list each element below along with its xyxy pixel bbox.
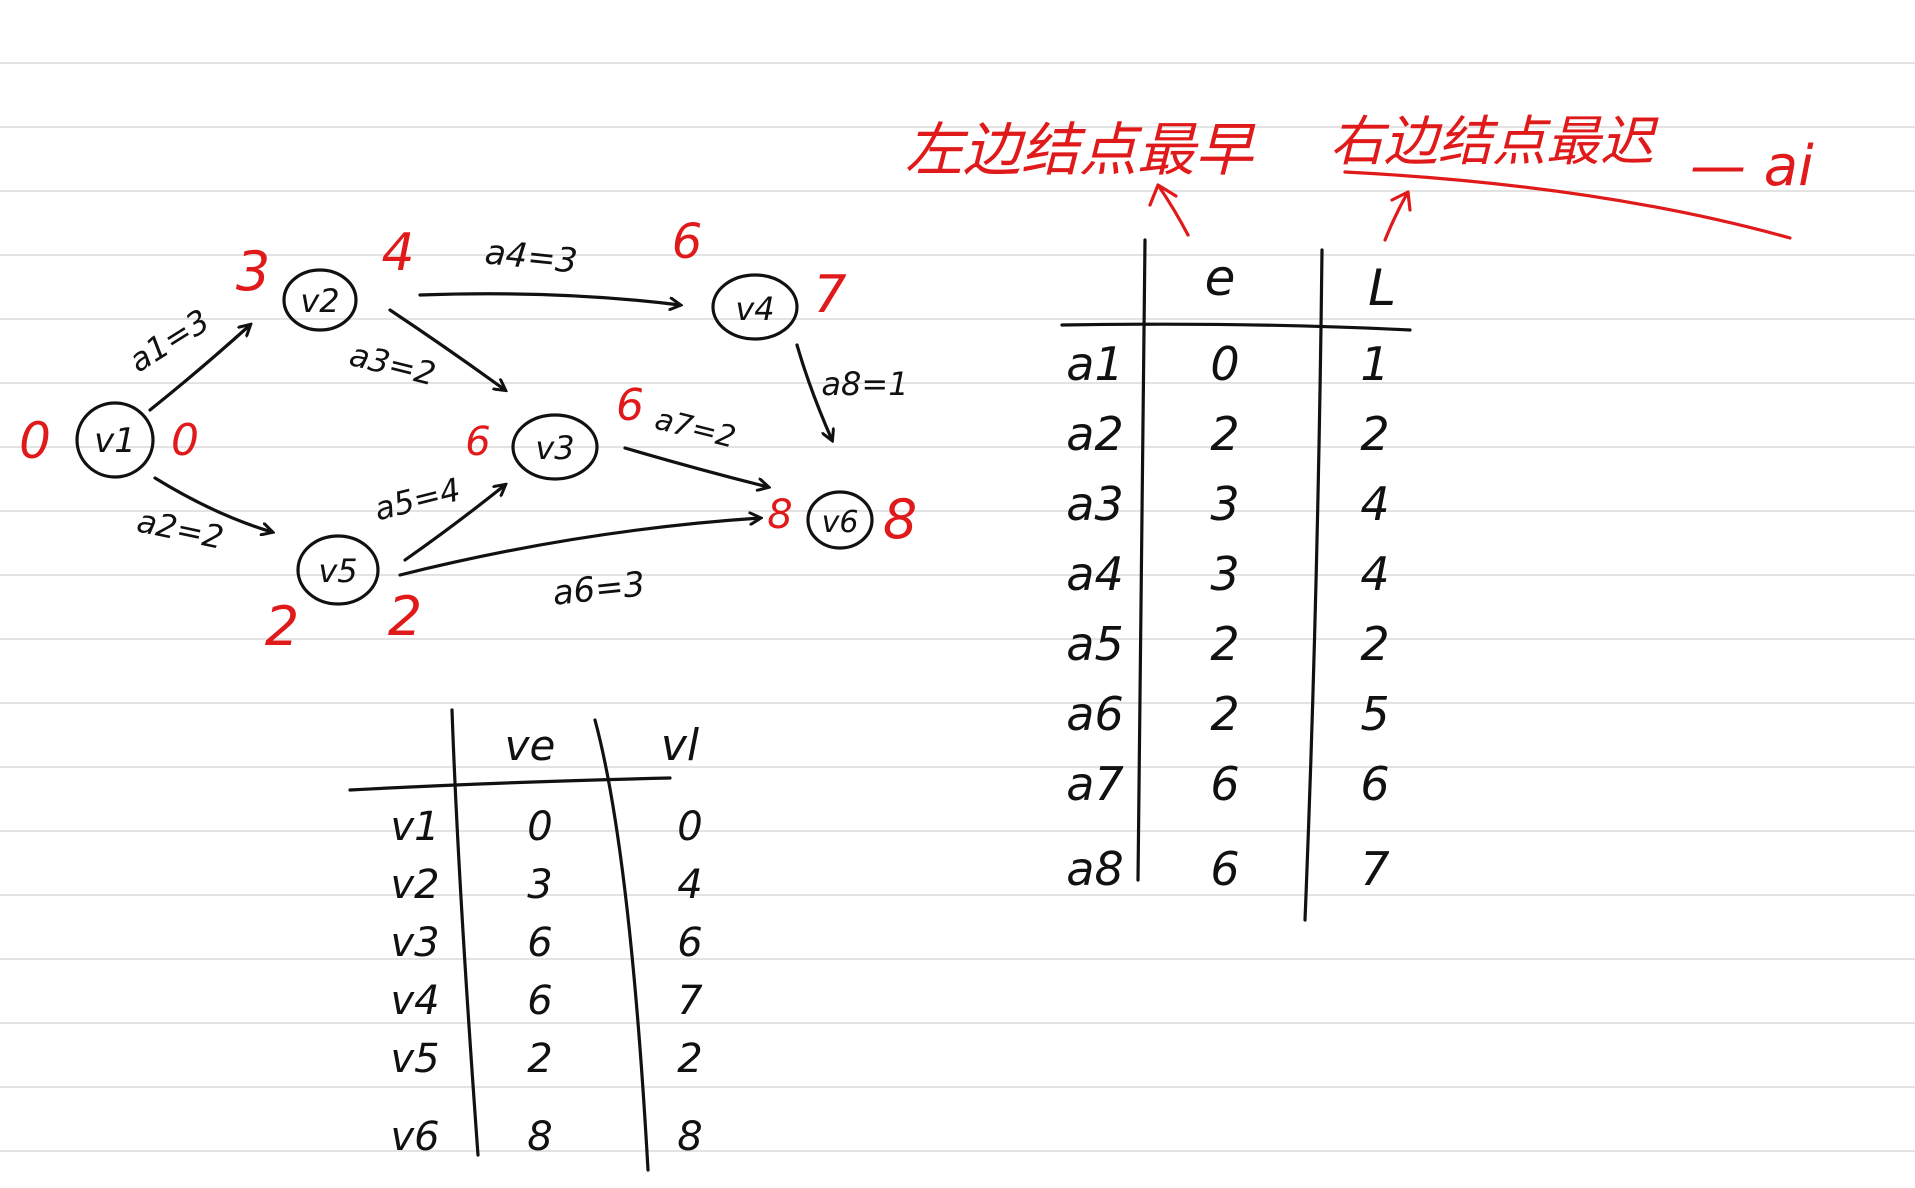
vertex-table-vline-1 — [450, 708, 480, 1157]
activity-table-cell-l: 2 — [1360, 407, 1389, 461]
activity-table: e L a1 0 1 a2 2 2 a3 3 4 a4 3 4 a5 2 2 a6 2 5 a7 6 6 a8 6 7 — [1060, 238, 1412, 922]
node-v4-vl: 7 — [813, 265, 846, 325]
node-v4-label: v4 — [735, 290, 774, 328]
activity-table-header-l: L — [1368, 259, 1396, 317]
edge-a3-label: a3=2 — [346, 335, 440, 393]
handwritten-canvas: v1 v2 v3 v4 v5 v6 0 0 3 4 6 6 7 6 2 2 8 … — [19, 110, 1814, 1172]
vertex-table-cell-name: v5 — [390, 1036, 439, 1082]
vertex-table-cell-vl: 2 — [677, 1036, 702, 1082]
activity-table-cell-l: 5 — [1360, 687, 1389, 741]
activity-table-cell-e: 2 — [1210, 687, 1239, 741]
activity-table-cell-e: 3 — [1210, 477, 1239, 531]
activity-table-cell-e: 2 — [1210, 617, 1239, 671]
vertex-table-cell-vl: 4 — [677, 862, 702, 908]
node-v6-label: v6 — [822, 505, 859, 540]
activity-table-cell-e: 0 — [1210, 337, 1239, 391]
edge-a6 — [398, 518, 760, 577]
node-v1-ve: 0 — [19, 412, 51, 470]
vertex-table-header-vl: vl — [661, 720, 700, 771]
node-v2-label: v2 — [300, 282, 339, 320]
vertex-table-cell-name: v1 — [390, 804, 439, 850]
vertex-table-hline — [348, 776, 672, 792]
vertex-table: ve vl v1 0 0 v2 3 4 v3 6 6 v4 6 7 v5 2 2 v6 8 8 — [348, 708, 703, 1172]
vertex-table-cell-vl: 6 — [677, 920, 702, 966]
activity-table-vline-2 — [1303, 248, 1324, 922]
l-note-arrow — [1383, 190, 1412, 242]
node-v5-label: v5 — [318, 552, 357, 590]
vertex-table-cell-ve: 6 — [527, 920, 552, 966]
activity-table-cell-e: 2 — [1210, 407, 1239, 461]
activity-table-cell-l: 6 — [1360, 757, 1389, 811]
node-v4-ve: 6 — [672, 214, 703, 270]
node-v3-ve-red: 6 — [616, 380, 644, 431]
vertex-table-cell-vl: 8 — [677, 1114, 702, 1160]
activity-table-cell-l: 1 — [1360, 337, 1389, 391]
node-v6-ve: 8 — [767, 492, 792, 538]
node-v5-ve: 2 — [265, 595, 299, 658]
node-v6-vl: 8 — [883, 488, 917, 551]
activity-table-cell-e: 3 — [1210, 547, 1239, 601]
activity-table-cell-name: a6 — [1066, 687, 1123, 741]
vertex-table-cell-ve: 2 — [527, 1036, 552, 1082]
activity-table-cell-name: a1 — [1066, 337, 1123, 391]
graph: v1 v2 v3 v4 v5 v6 0 0 3 4 6 6 7 6 2 2 8 … — [19, 214, 917, 658]
activity-table-cell-e: 6 — [1210, 757, 1239, 811]
activity-table-cell-l: 4 — [1360, 477, 1389, 531]
node-v1-label: v1 — [94, 421, 136, 461]
activity-table-hline — [1060, 322, 1412, 332]
node-v1-vl: 0 — [171, 415, 199, 466]
vertex-table-cell-vl: 0 — [677, 804, 702, 850]
node-v3-label: v3 — [535, 429, 574, 467]
vertex-table-cell-ve: 8 — [527, 1114, 552, 1160]
vertex-table-cell-name: v6 — [390, 1114, 439, 1160]
vertex-table-cell-ve: 3 — [527, 862, 552, 908]
l-note: 右边结点最迟 — [1330, 110, 1659, 173]
vertex-table-vline-2 — [593, 718, 650, 1172]
activity-table-cell-l: 4 — [1360, 547, 1389, 601]
activity-table-cell-name: a7 — [1066, 757, 1123, 811]
vertex-table-header-ve: ve — [505, 721, 556, 770]
activity-table-vline-1 — [1136, 238, 1147, 882]
activity-table-cell-name: a4 — [1066, 547, 1123, 601]
node-v2-vl: 4 — [381, 223, 414, 283]
vertex-table-cell-name: v2 — [390, 862, 439, 908]
activity-table-cell-e: 6 — [1210, 842, 1239, 896]
edge-a7-label: a7=2 — [651, 402, 739, 456]
l-note-suffix: — ai — [1690, 134, 1814, 199]
edge-a4-label: a4=3 — [483, 232, 579, 281]
node-v2-ve: 3 — [236, 240, 270, 303]
node-v5-vl: 2 — [388, 585, 422, 648]
edge-a4 — [418, 292, 680, 305]
vertex-table-cell-ve: 6 — [527, 978, 552, 1024]
vertex-table-cell-name: v4 — [390, 978, 439, 1024]
vertex-table-cell-name: v3 — [390, 920, 439, 966]
annotations: 左边结点最早 右边结点最迟 — ai — [905, 110, 1814, 242]
e-note: 左边结点最早 — [905, 116, 1256, 184]
vertex-table-cell-ve: 0 — [527, 804, 552, 850]
edge-a7 — [623, 446, 768, 487]
activity-table-cell-l: 2 — [1360, 617, 1389, 671]
activity-table-cell-name: a8 — [1066, 842, 1123, 896]
activity-table-cell-name: a2 — [1066, 407, 1123, 461]
edge-a5-label: a5=4 — [370, 470, 464, 528]
activity-table-cell-name: a3 — [1066, 477, 1123, 531]
e-note-arrow — [1148, 183, 1190, 237]
activity-table-cell-l: 7 — [1360, 842, 1389, 896]
vertex-table-cell-vl: 7 — [677, 978, 703, 1024]
edge-a6-label: a6=3 — [551, 564, 647, 613]
activity-table-header-e: e — [1205, 249, 1236, 307]
node-v3-ve: 6 — [465, 419, 490, 465]
edge-a8-label: a8=1 — [821, 365, 908, 403]
activity-table-cell-name: a5 — [1066, 617, 1123, 671]
